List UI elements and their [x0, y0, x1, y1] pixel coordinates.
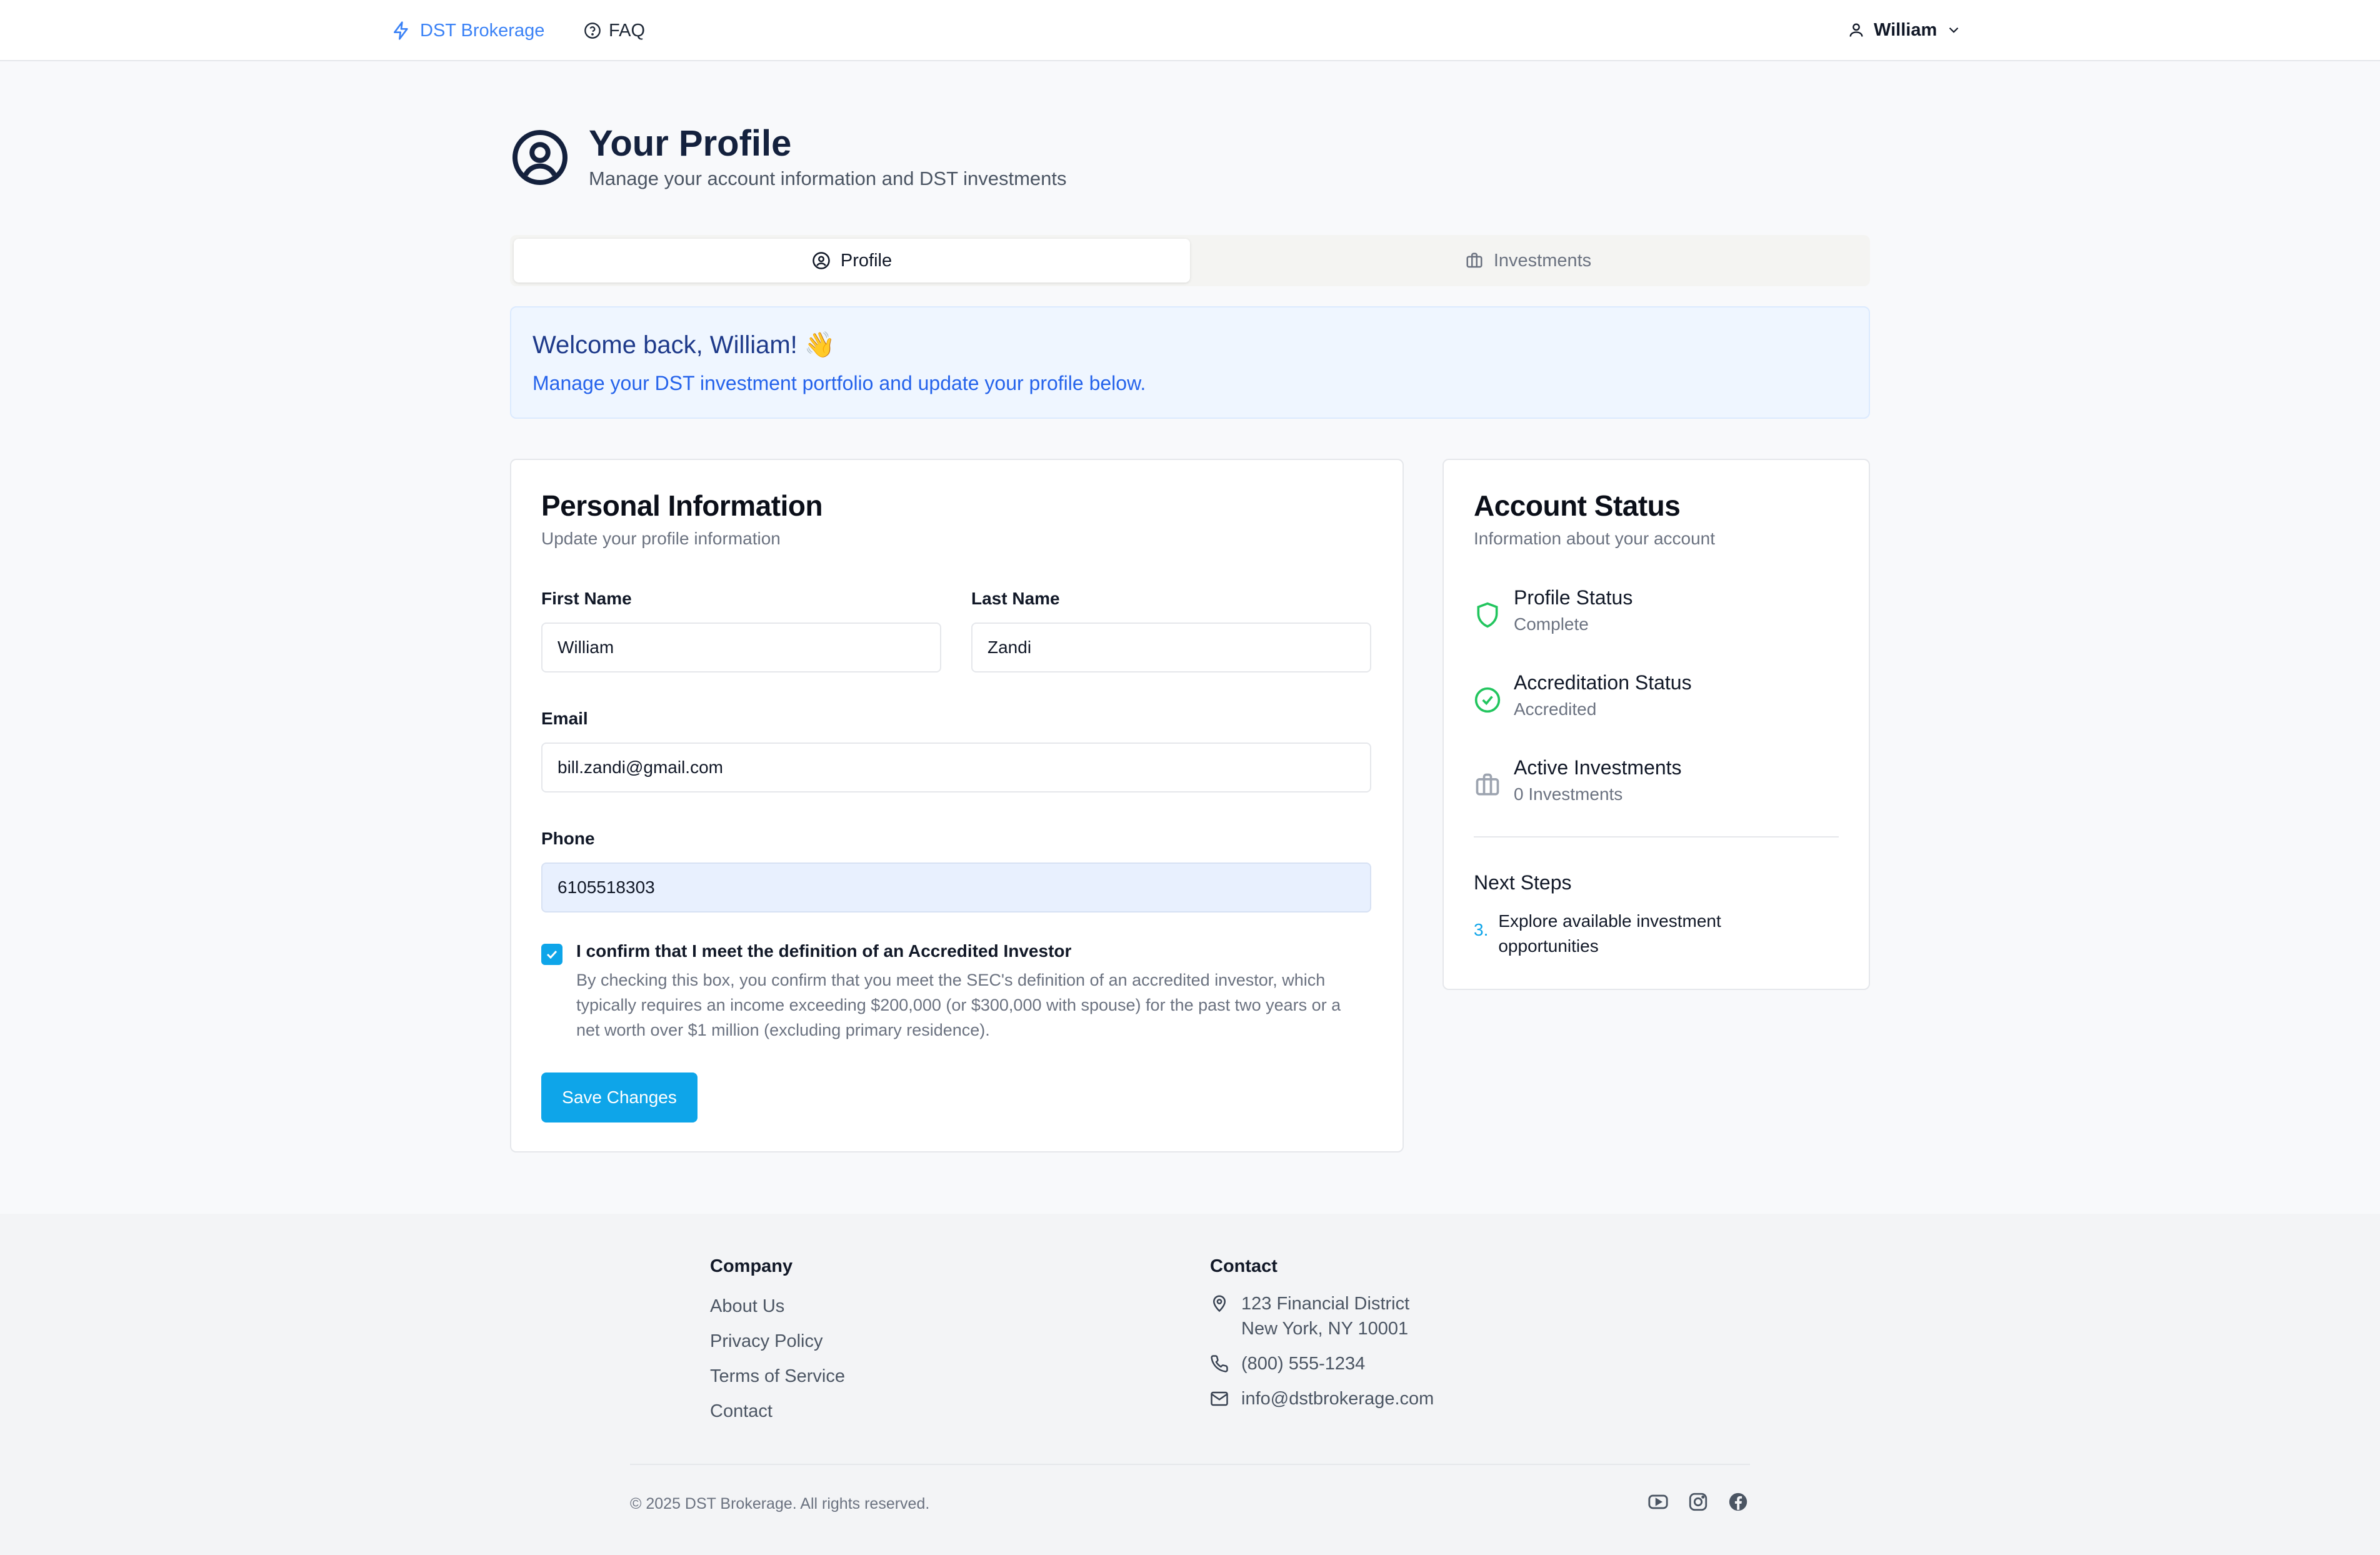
footer-copyright: © 2025 DST Brokerage. All rights reserve… — [630, 1495, 930, 1512]
footer-link-about[interactable]: About Us — [710, 1296, 784, 1317]
user-icon — [1848, 21, 1865, 39]
next-step-item: 3. Explore available investment opportun… — [1474, 909, 1824, 959]
last-name-field[interactable]: Zandi — [971, 622, 1371, 672]
brand-link[interactable]: DST Brokerage — [391, 18, 544, 44]
help-circle-icon — [584, 22, 601, 39]
faq-label: FAQ — [609, 20, 646, 41]
welcome-text: Manage your DST investment portfolio and… — [532, 372, 1146, 394]
tab-investments[interactable]: Investments — [1190, 239, 1866, 282]
email-label: Email — [541, 709, 588, 728]
accredited-help-text: By checking this box, you confirm that y… — [576, 971, 1341, 1039]
mail-icon — [1210, 1386, 1229, 1411]
status-card-title: Account Status — [1474, 489, 1681, 522]
phone-label: Phone — [541, 829, 595, 848]
footer: Company About Us Privacy Policy Terms of… — [0, 1214, 2380, 1555]
personal-card-title: Personal Information — [541, 489, 823, 522]
footer-divider — [630, 1464, 1750, 1465]
next-step-text: Explore available investment opportuniti… — [1498, 911, 1721, 956]
phone-field[interactable]: 6105518303 — [541, 862, 1371, 912]
instagram-icon[interactable] — [1688, 1491, 1709, 1512]
tab-profile[interactable]: Profile — [514, 239, 1190, 282]
phone-value: 6105518303 — [558, 878, 655, 897]
profile-status-title: Profile Status — [1514, 586, 1633, 609]
first-name-value: William — [558, 638, 614, 657]
shield-icon — [1474, 595, 1501, 634]
profile-status-value: Complete — [1514, 614, 1589, 634]
status-item-accreditation: Accreditation Status Accredited — [1474, 671, 1692, 719]
accredited-checkbox[interactable] — [541, 944, 562, 965]
briefcase-icon — [1465, 251, 1484, 270]
top-navigation: DST Brokerage FAQ William — [0, 0, 2380, 61]
footer-email: info@dstbrokerage.com — [1210, 1386, 1434, 1411]
phone-icon — [1210, 1351, 1229, 1376]
active-investments-value: 0 Investments — [1514, 784, 1623, 804]
footer-contact-heading: Contact — [1210, 1256, 1278, 1276]
account-status-card: Account Status Information about your ac… — [1442, 459, 1870, 990]
status-divider — [1474, 836, 1839, 838]
next-steps-title: Next Steps — [1474, 871, 1572, 894]
active-investments-title: Active Investments — [1514, 756, 1682, 779]
lightning-icon — [391, 19, 411, 42]
email-value: bill.zandi@gmail.com — [558, 758, 723, 777]
user-menu[interactable]: William — [1848, 16, 1962, 44]
user-name: William — [1874, 19, 1938, 40]
personal-information-card: Personal Information Update your profile… — [510, 459, 1404, 1152]
check-icon — [544, 947, 559, 962]
footer-phone: (800) 555-1234 — [1210, 1351, 1365, 1376]
youtube-icon[interactable] — [1648, 1491, 1669, 1512]
footer-company-heading: Company — [710, 1256, 793, 1276]
social-links — [1648, 1491, 1749, 1512]
footer-link-terms[interactable]: Terms of Service — [710, 1366, 845, 1387]
save-changes-button[interactable]: Save Changes — [541, 1072, 698, 1122]
status-card-subtitle: Information about your account — [1474, 529, 1716, 548]
check-circle-icon — [1474, 680, 1501, 719]
footer-link-contact[interactable]: Contact — [710, 1401, 772, 1422]
facebook-icon[interactable] — [1728, 1491, 1749, 1512]
welcome-banner: Welcome back, William! 👋 Manage your DST… — [510, 306, 1870, 419]
user-circle-icon — [510, 128, 570, 188]
status-item-investments: Active Investments 0 Investments — [1474, 756, 1682, 804]
briefcase-icon — [1474, 765, 1501, 804]
email-field[interactable]: bill.zandi@gmail.com — [541, 742, 1371, 792]
user-circle-icon — [812, 251, 831, 270]
faq-link[interactable]: FAQ — [584, 18, 645, 44]
footer-address-line2: New York, NY 10001 — [1241, 1319, 1409, 1339]
footer-address-line1: 123 Financial District — [1241, 1294, 1410, 1314]
status-item-profile: Profile Status Complete — [1474, 586, 1632, 634]
page-title: Your Profile — [589, 123, 792, 164]
last-name-value: Zandi — [988, 638, 1032, 657]
chevron-down-icon — [1946, 22, 1962, 38]
tab-investments-label: Investments — [1493, 250, 1592, 271]
footer-address: 123 Financial District New York, NY 1000… — [1210, 1291, 1409, 1341]
page-subtitle: Manage your account information and DST … — [589, 168, 1067, 189]
first-name-field[interactable]: William — [541, 622, 941, 672]
footer-email-value[interactable]: info@dstbrokerage.com — [1241, 1386, 1434, 1411]
next-step-number: 3. — [1474, 920, 1489, 939]
page-header: Your Profile Manage your account informa… — [510, 122, 1067, 190]
tab-bar: Profile Investments — [510, 235, 1870, 286]
footer-phone-value: (800) 555-1234 — [1241, 1354, 1366, 1374]
accreditation-status-title: Accreditation Status — [1514, 671, 1692, 694]
accreditation-status-value: Accredited — [1514, 699, 1597, 719]
map-pin-icon — [1210, 1294, 1229, 1312]
accredited-checkbox-label[interactable]: I confirm that I meet the definition of … — [576, 941, 1071, 961]
tab-profile-label: Profile — [840, 250, 892, 271]
welcome-title: Welcome back, William! 👋 — [532, 331, 836, 359]
brand-label: DST Brokerage — [420, 20, 545, 41]
first-name-label: First Name — [541, 589, 632, 608]
personal-card-subtitle: Update your profile information — [541, 529, 781, 548]
last-name-label: Last Name — [971, 589, 1060, 608]
footer-link-privacy[interactable]: Privacy Policy — [710, 1331, 823, 1352]
